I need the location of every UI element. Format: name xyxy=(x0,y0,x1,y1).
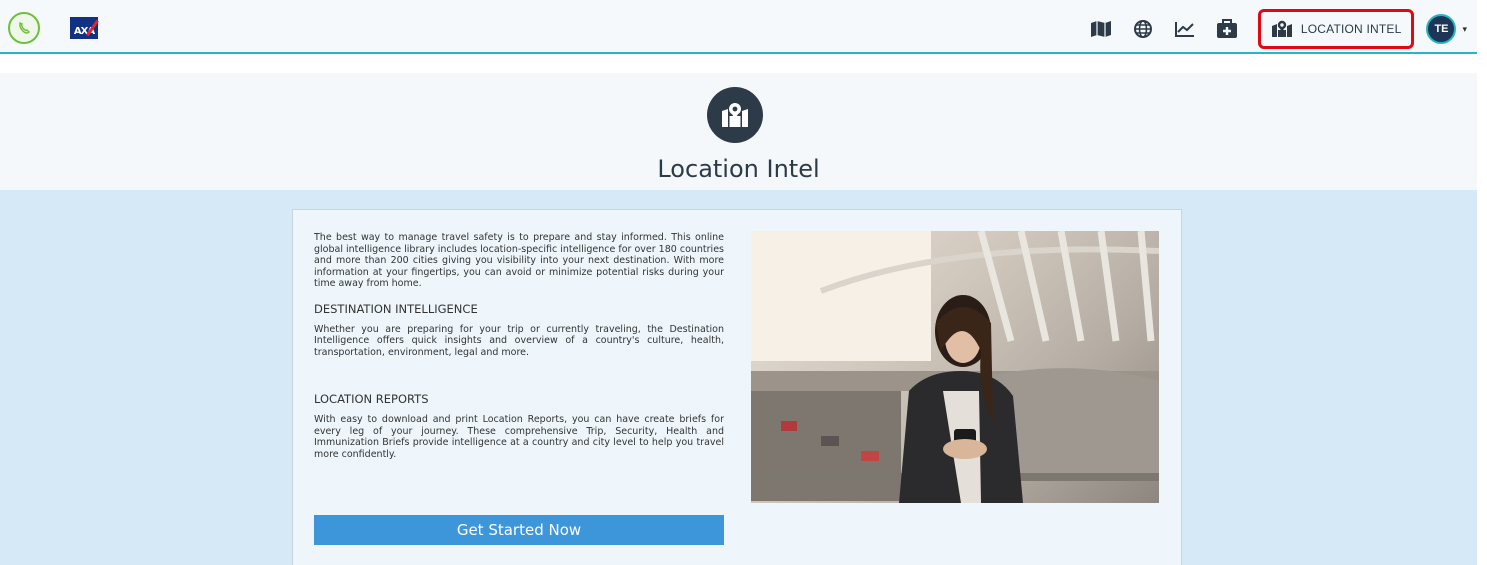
map-icon[interactable] xyxy=(1087,15,1115,43)
page-header: Location Intel xyxy=(0,73,1477,190)
section-title: DESTINATION INTELLIGENCE xyxy=(314,301,478,316)
info-card: The best way to manage travel safety is … xyxy=(292,209,1182,565)
chart-line-icon[interactable] xyxy=(1171,15,1199,43)
card-text: The best way to manage travel safety is … xyxy=(314,232,724,460)
nav-location-intel[interactable]: LOCATION INTEL xyxy=(1257,9,1415,49)
nav-right: LOCATION INTEL TE ▾ xyxy=(1080,9,1467,49)
avatar[interactable]: TE xyxy=(1426,14,1457,44)
section-title: LOCATION REPORTS xyxy=(314,392,429,406)
hero-image xyxy=(751,231,1159,503)
phone-icon[interactable] xyxy=(8,12,40,44)
medical-kit-icon[interactable] xyxy=(1213,15,1241,43)
nav-location-intel-label: LOCATION INTEL xyxy=(1300,22,1402,36)
chevron-down-icon[interactable]: ▾ xyxy=(1462,24,1467,35)
get-started-button[interactable]: Get Started Now xyxy=(314,515,724,545)
top-navbar: AXA LOCATION INTEL TE ▾ xyxy=(0,0,1477,54)
globe-icon[interactable] xyxy=(1129,15,1157,43)
map-pin-icon xyxy=(707,87,763,143)
map-pin-icon xyxy=(1271,20,1292,37)
content-area: The best way to manage travel safety is … xyxy=(0,190,1477,565)
nav-left: AXA xyxy=(8,12,99,44)
page-title: Location Intel xyxy=(657,155,820,183)
intro-paragraph: The best way to manage travel safety is … xyxy=(314,232,724,289)
axa-logo[interactable]: AXA xyxy=(70,17,99,39)
section-body: With easy to download and print Location… xyxy=(314,414,724,460)
section-body: Whether you are preparing for your trip … xyxy=(314,323,724,358)
